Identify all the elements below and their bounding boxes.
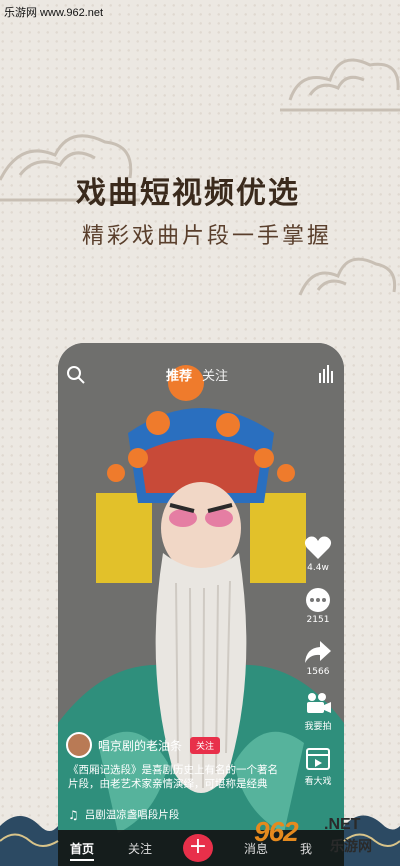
action-rail: 4.4w 2151 1566 我要拍 看大戏 [298, 535, 338, 801]
tab-follow[interactable]: 关注 [202, 365, 228, 384]
clapperboard-icon [306, 748, 330, 770]
cloud-decoration-top-right [280, 58, 400, 112]
phone-preview: 推荐 关注 4.4w 2151 1566 我要拍 看大戏 唱京剧的老油条 关注 … [58, 343, 344, 866]
heart-icon [304, 536, 332, 559]
page-subline: 精彩戏曲片段一手掌握 [82, 224, 333, 249]
rank-chart-icon[interactable] [318, 365, 334, 383]
avatar[interactable] [66, 732, 92, 758]
post-description: 《西厢记选段》是喜剧历史上有名的一个著名片段，由老艺术家亲情演绎，可堪称是经典 [68, 764, 278, 790]
tab-recommend[interactable]: 推荐 [166, 365, 192, 384]
page-headline: 戏曲短视频优选 [76, 176, 300, 211]
like-action[interactable]: 4.4w [298, 535, 338, 573]
top-bar: 推荐 关注 [58, 361, 344, 389]
comment-action[interactable]: 2151 [298, 587, 338, 625]
logo-net: .NET [324, 816, 361, 833]
comment-count: 2151 [306, 615, 330, 625]
like-count: 4.4w [307, 563, 329, 573]
share-count: 1566 [306, 667, 330, 677]
share-action[interactable]: 1566 [298, 639, 338, 677]
watch-opera-label: 看大戏 [304, 777, 332, 787]
site-watermark: 乐游网 www.962.net [4, 7, 104, 19]
video-camera-icon [307, 693, 331, 713]
share-icon [305, 641, 331, 663]
watch-opera-action[interactable]: 看大戏 [298, 746, 338, 787]
author-row: 唱京剧的老油条 关注 [66, 732, 221, 758]
comment-icon [306, 588, 330, 612]
record-action[interactable]: 我要拍 [298, 691, 338, 732]
search-icon[interactable] [66, 365, 86, 385]
record-label: 我要拍 [304, 722, 332, 732]
author-username[interactable]: 唱京剧的老油条 [98, 737, 182, 754]
logo-number: 962 [254, 816, 299, 847]
site-logo: 962 .NET 乐游网 [254, 814, 394, 858]
cloud-decoration-mid-right [298, 257, 397, 296]
logo-cn: 乐游网 [330, 839, 372, 855]
follow-button[interactable]: 关注 [190, 736, 221, 754]
